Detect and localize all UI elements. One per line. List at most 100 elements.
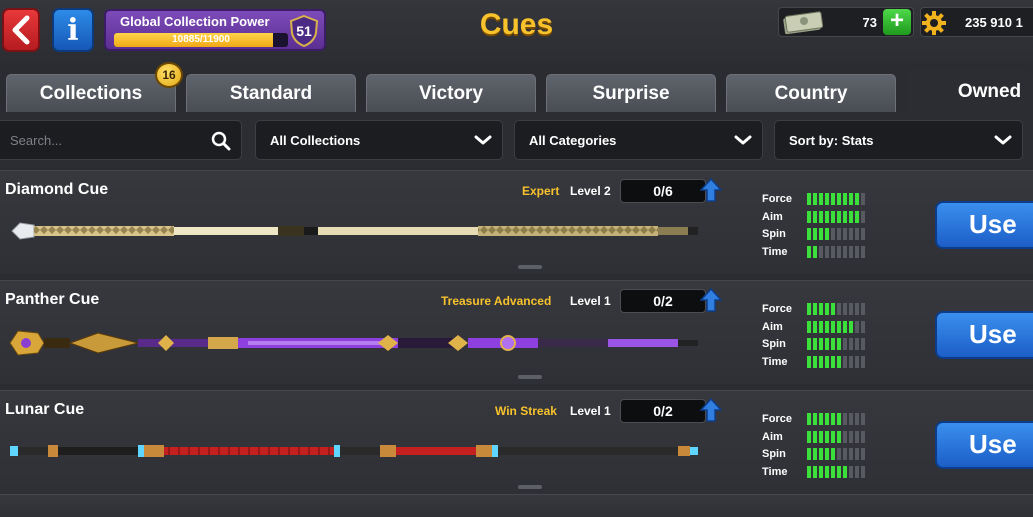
stat-time: Time: [762, 354, 882, 372]
cue-row-partial[interactable]: [0, 494, 1033, 517]
category-tabs: Collections 16 Standard Victory Surprise…: [0, 62, 1033, 112]
collections-dropdown-value: All Collections: [270, 133, 361, 148]
sort-dropdown[interactable]: Sort by: Stats: [774, 120, 1023, 160]
stat-segment: [813, 303, 817, 315]
stat-aim: Aim: [762, 429, 882, 447]
expand-handle[interactable]: [518, 265, 542, 269]
add-cash-button[interactable]: +: [883, 9, 911, 35]
tab-label: Country: [774, 82, 848, 104]
tab-collections[interactable]: Collections: [6, 74, 176, 112]
tab-owned[interactable]: Owned: [906, 70, 1033, 112]
stat-segment: [837, 320, 841, 333]
spin-bar: [807, 228, 865, 240]
stat-segment: [861, 245, 865, 258]
stat-segment: [825, 303, 829, 315]
expand-handle[interactable]: [518, 375, 542, 379]
tab-surprise[interactable]: Surprise: [546, 74, 716, 112]
stat-force: Force: [762, 301, 882, 319]
spin-bar: [807, 338, 865, 350]
stat-segment: [825, 355, 829, 368]
stat-segment: [807, 430, 811, 443]
expand-handle[interactable]: [518, 485, 542, 489]
upgrade-arrow-icon[interactable]: [700, 177, 722, 203]
cash-counter[interactable]: 73 +: [778, 7, 914, 37]
tab-label: Owned: [957, 80, 1022, 102]
stat-segment: [825, 465, 829, 478]
stat-aim: Aim: [762, 209, 882, 227]
cue-row-panther[interactable]: Panther Cue Treasure Advanced Level 1 0/…: [0, 280, 1033, 384]
stat-segment: [807, 413, 811, 425]
stat-segment: [849, 193, 853, 205]
cue-row-lunar[interactable]: Lunar Cue Win Streak Level 1 0/2 Force A…: [0, 390, 1033, 494]
stat-segment: [861, 465, 865, 478]
cue-upgrade-progress: 0/2: [620, 399, 706, 423]
stat-spin: Spin: [762, 446, 882, 464]
stat-segment: [849, 430, 853, 443]
sort-dropdown-value: Sort by: Stats: [789, 133, 874, 148]
stat-segment: [843, 320, 847, 333]
tab-victory[interactable]: Victory: [366, 74, 536, 112]
stat-segment: [813, 193, 817, 205]
use-button[interactable]: Use: [935, 421, 1033, 469]
stat-segment: [825, 430, 829, 443]
tab-label: Collections: [39, 82, 143, 104]
tab-label: Standard: [229, 82, 313, 104]
stat-time: Time: [762, 244, 882, 262]
stat-segment: [843, 228, 847, 240]
stat-segment: [861, 303, 865, 315]
stat-segment: [831, 228, 835, 240]
stat-segment: [849, 338, 853, 350]
force-bar: [807, 303, 865, 315]
stat-segment: [837, 303, 841, 315]
tab-label: Surprise: [592, 82, 670, 104]
lunar-cue-image: [10, 445, 698, 457]
cue-category: Expert: [522, 184, 560, 198]
stat-segment: [813, 465, 817, 478]
stat-segment: [843, 465, 847, 478]
stat-segment: [849, 448, 853, 460]
stat-force: Force: [762, 411, 882, 429]
use-button[interactable]: Use: [935, 201, 1033, 249]
stat-segment: [807, 210, 811, 223]
upgrade-arrow-icon[interactable]: [700, 287, 722, 313]
stat-segment: [831, 448, 835, 460]
tab-standard[interactable]: Standard: [186, 74, 356, 112]
stat-segment: [843, 338, 847, 350]
stat-spin: Spin: [762, 336, 882, 354]
cash-icon: [783, 11, 824, 35]
stat-segment: [837, 413, 841, 425]
stat-spin: Spin: [762, 226, 882, 244]
cue-name: Lunar Cue: [5, 401, 85, 418]
cue-stats: Force Aim Spin Time: [762, 411, 882, 481]
cue-level: Level 1: [570, 294, 611, 308]
stat-segment: [855, 193, 859, 205]
stat-segment: [843, 448, 847, 460]
stat-segment: [843, 193, 847, 205]
chevron-down-icon: [734, 135, 752, 145]
notification-badge: 16: [155, 62, 183, 88]
stat-segment: [843, 430, 847, 443]
stat-label: Spin: [762, 448, 786, 460]
categories-dropdown[interactable]: All Categories: [514, 120, 763, 160]
stat-segment: [807, 193, 811, 205]
stat-segment: [861, 448, 865, 460]
stat-segment: [855, 413, 859, 425]
upgrade-arrow-icon[interactable]: [700, 397, 722, 423]
cue-row-diamond[interactable]: Diamond Cue Expert Level 2 0/6 Force Aim: [0, 170, 1033, 274]
stat-segment: [861, 193, 865, 205]
stat-segment: [849, 245, 853, 258]
stat-segment: [819, 465, 823, 478]
stat-segment: [831, 320, 835, 333]
stat-segment: [813, 210, 817, 223]
collections-dropdown[interactable]: All Collections: [255, 120, 503, 160]
use-button[interactable]: Use: [935, 311, 1033, 359]
coins-counter[interactable]: 235 910 1: [920, 7, 1033, 37]
stat-segment: [807, 355, 811, 368]
stat-segment: [843, 355, 847, 368]
stat-segment: [831, 465, 835, 478]
search-input[interactable]: Search...: [0, 120, 242, 160]
stat-segment: [861, 210, 865, 223]
aim-bar: [807, 210, 865, 223]
tab-country[interactable]: Country: [726, 74, 896, 112]
stat-segment: [813, 413, 817, 425]
